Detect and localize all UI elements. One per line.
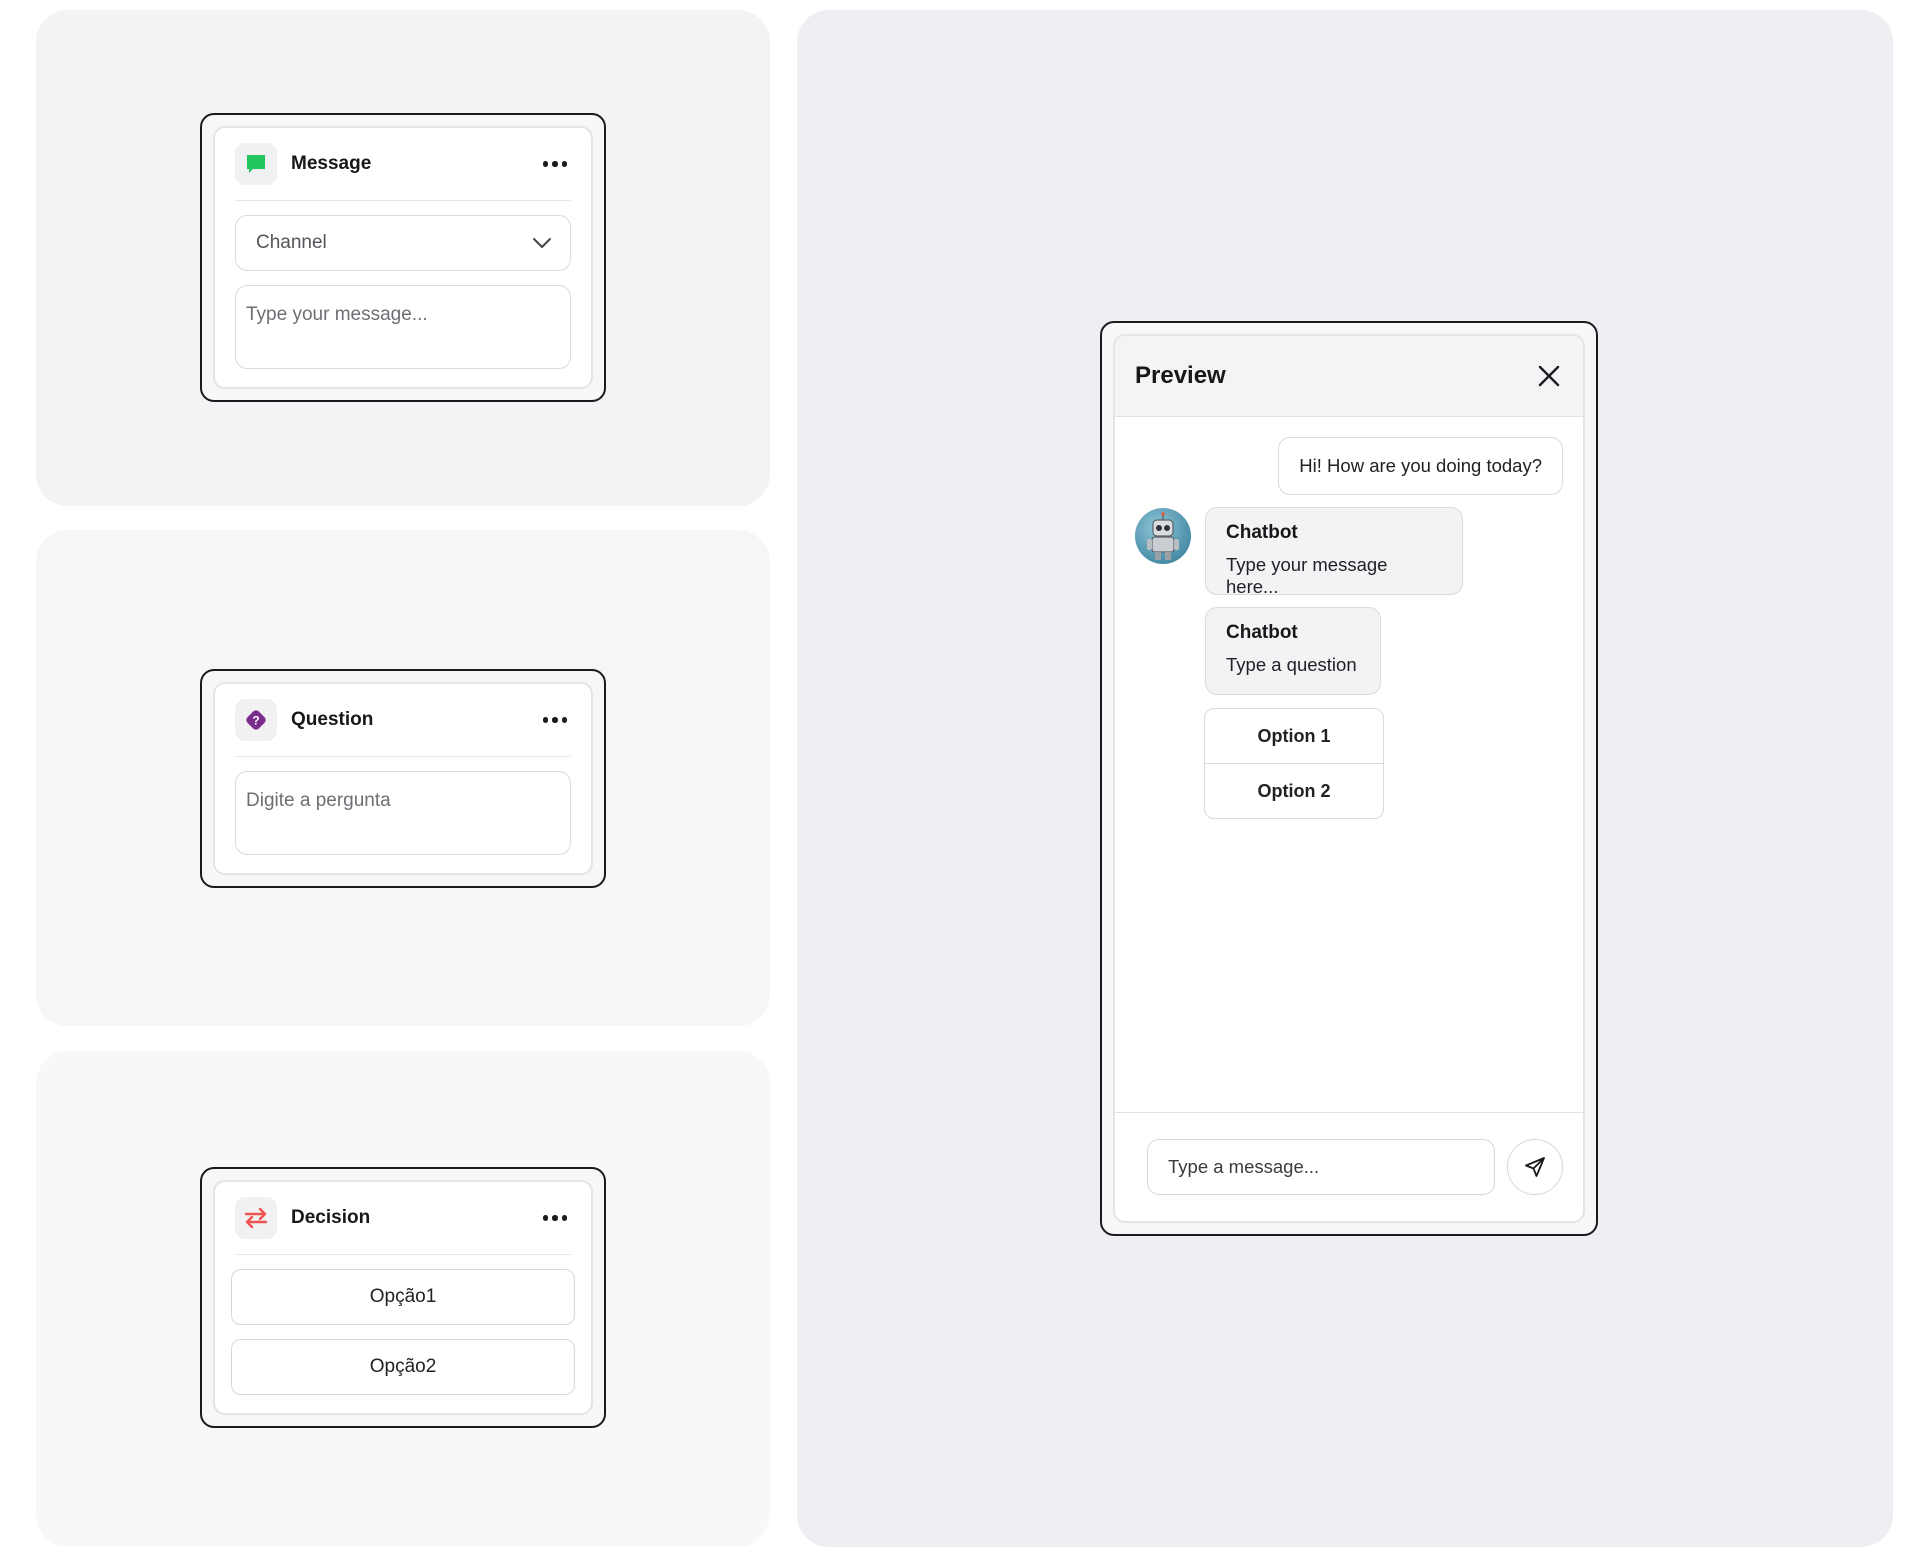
chat-bubble-icon — [235, 143, 277, 185]
message-composer: Type a message... — [1115, 1112, 1583, 1221]
preview-window: Preview Hi! How are you doing today? Cha… — [1100, 321, 1598, 1236]
question-node[interactable]: ? Question Digite a pergunta — [200, 669, 606, 888]
more-horizontal-icon[interactable] — [539, 709, 572, 731]
composer-input[interactable]: Type a message... — [1147, 1139, 1495, 1195]
chatbot-avatar — [1135, 508, 1191, 564]
question-node-title: Question — [291, 709, 374, 730]
message-node[interactable]: Message Channel Type your message... — [200, 113, 606, 402]
more-horizontal-icon[interactable] — [539, 153, 572, 175]
message-textarea[interactable]: Type your message... — [235, 285, 571, 369]
message-node-title: Message — [291, 153, 372, 174]
svg-text:?: ? — [252, 714, 259, 728]
decision-node-header: Decision — [235, 1182, 571, 1255]
chatbot-name: Chatbot — [1226, 622, 1298, 643]
chat-messages: Hi! How are you doing today? Chatbot Typ… — [1115, 417, 1583, 1112]
chatbot-message-bubble: Chatbot Type your message here... — [1205, 507, 1463, 597]
chevron-down-icon — [533, 238, 551, 248]
preview-header: Preview — [1115, 336, 1583, 417]
preview-title: Preview — [1135, 362, 1226, 389]
question-diamond-icon: ? — [235, 699, 277, 741]
decision-node-card: Decision Opção1 Opção2 — [213, 1180, 593, 1415]
chatbot-question-text: Type a question — [1226, 654, 1357, 675]
more-horizontal-icon[interactable] — [539, 1207, 572, 1229]
chatbot-name: Chatbot — [1226, 522, 1298, 543]
decision-node[interactable]: Decision Opção1 Opção2 — [200, 1167, 606, 1428]
decision-node-title: Decision — [291, 1207, 371, 1228]
chat-options: Option 1 Option 2 — [1204, 708, 1384, 819]
chatbot-question-bubble: Chatbot Type a question — [1205, 607, 1381, 695]
decision-option-2[interactable]: Opção2 — [231, 1339, 575, 1395]
close-icon[interactable] — [1535, 362, 1563, 390]
channel-select[interactable]: Channel — [235, 215, 571, 271]
message-node-card: Message Channel Type your message... — [213, 126, 593, 389]
question-textarea[interactable]: Digite a pergunta — [235, 771, 571, 855]
preview-card: Preview Hi! How are you doing today? Cha… — [1113, 334, 1585, 1223]
decision-option-1[interactable]: Opção1 — [231, 1269, 575, 1325]
chat-option-1[interactable]: Option 1 — [1205, 709, 1383, 763]
question-node-card: ? Question Digite a pergunta — [213, 682, 593, 875]
chat-option-2[interactable]: Option 2 — [1205, 763, 1383, 818]
send-icon[interactable] — [1507, 1139, 1563, 1195]
question-node-header: ? Question — [235, 684, 571, 757]
swap-arrows-icon — [235, 1197, 277, 1239]
channel-select-label: Channel — [256, 232, 327, 253]
user-message-bubble: Hi! How are you doing today? — [1278, 437, 1563, 495]
message-node-header: Message — [235, 128, 571, 201]
chatbot-message-text: Type your message here... — [1226, 554, 1388, 597]
